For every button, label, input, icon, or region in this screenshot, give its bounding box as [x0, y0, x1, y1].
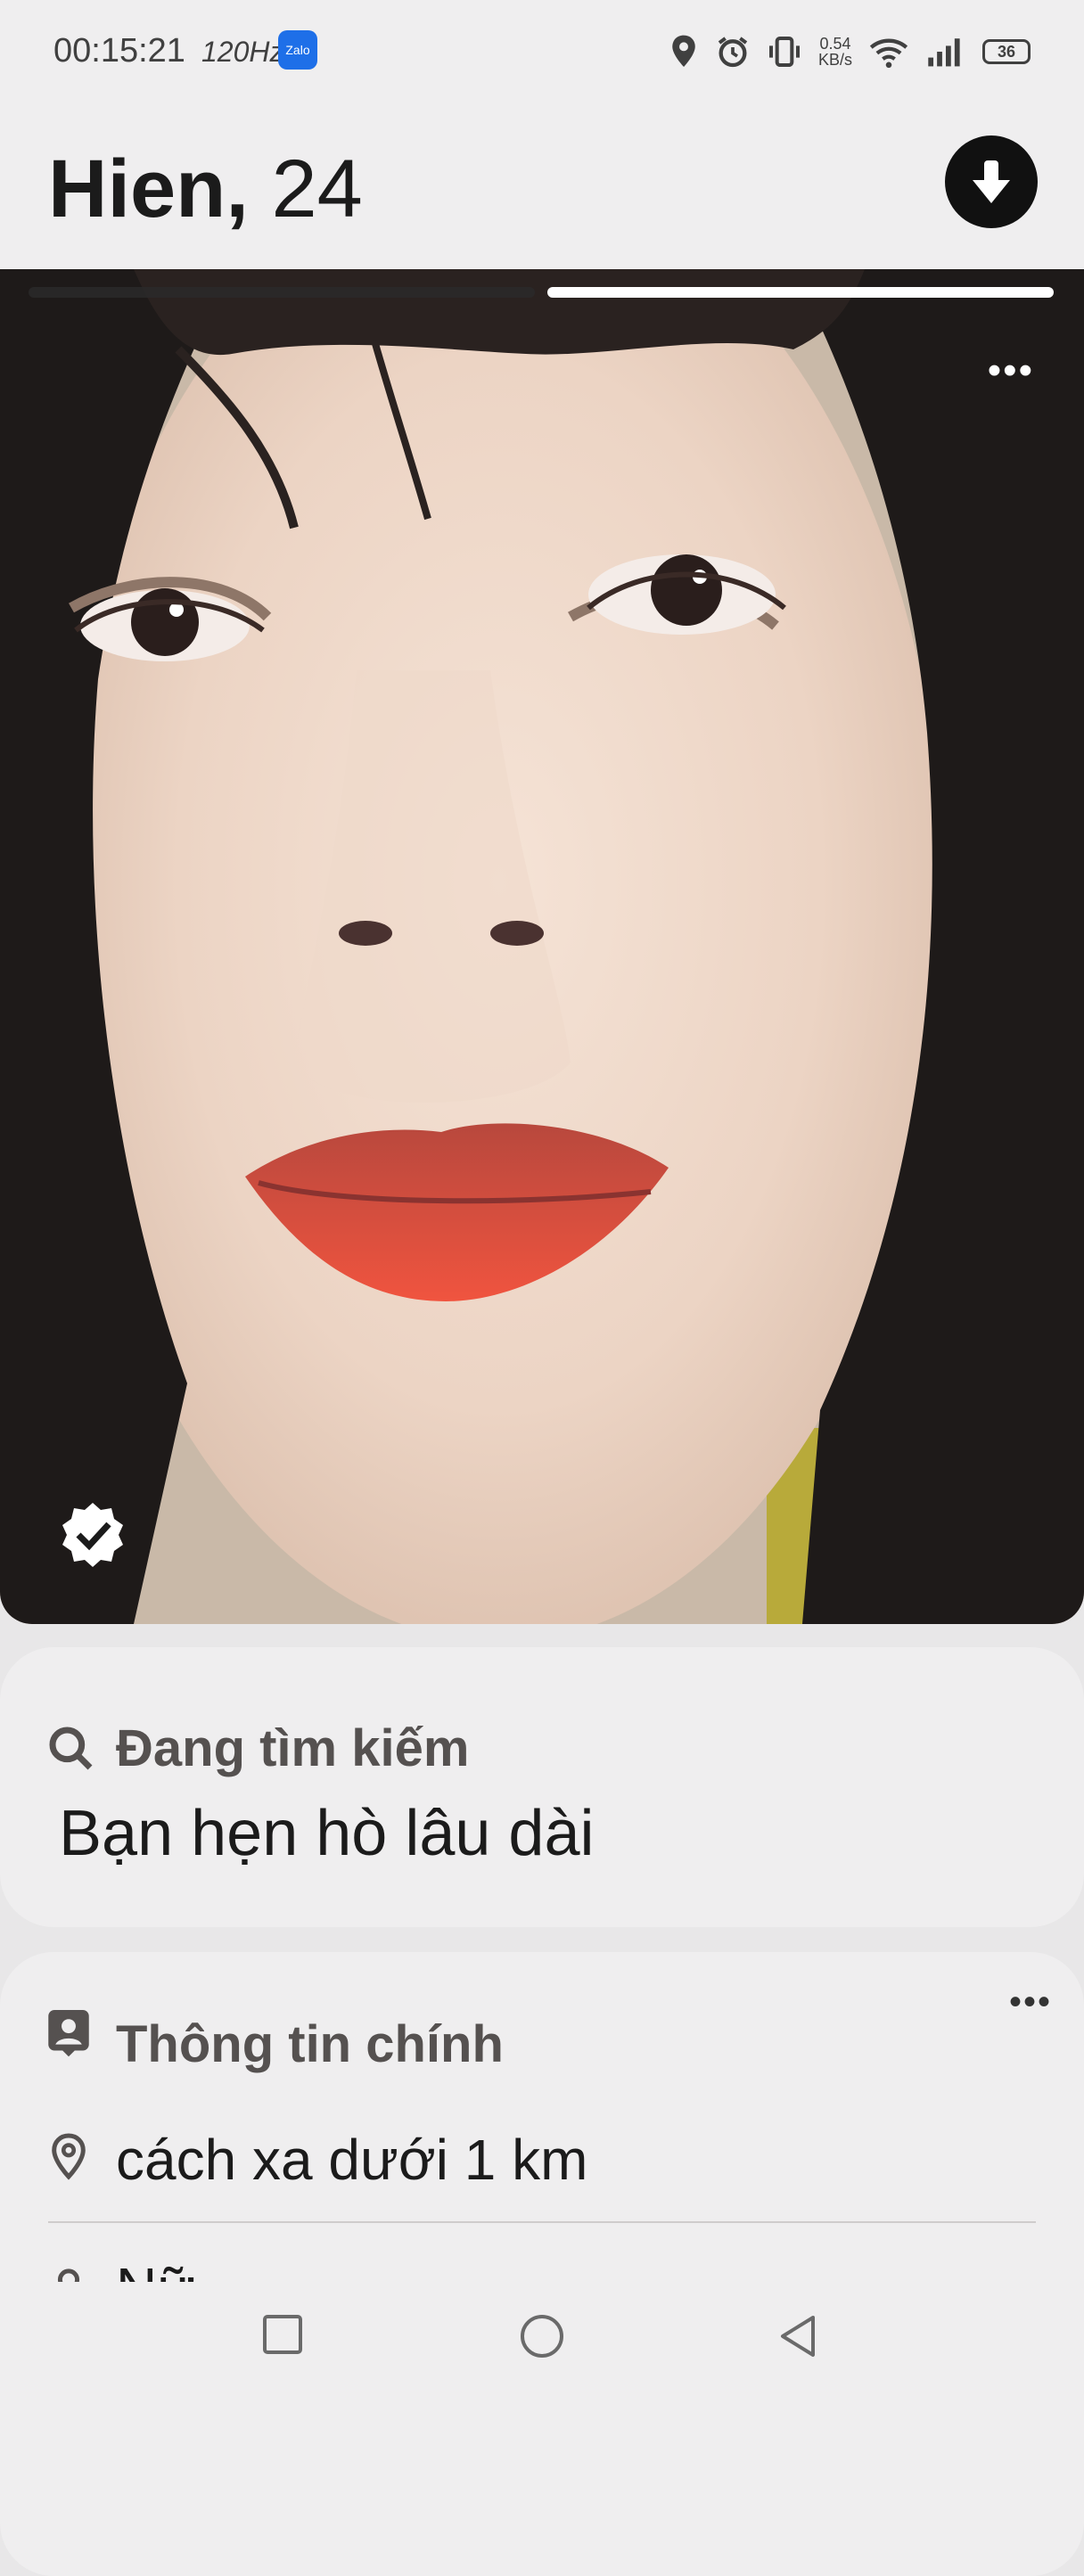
distance-text: cách xa dưới 1 km [116, 2128, 588, 2192]
map-pin-icon [52, 2133, 86, 2180]
battery-icon: 36 [982, 39, 1031, 64]
system-nav-bar [0, 2282, 1084, 2396]
profile-age: 24 [271, 144, 363, 234]
basics-heading: Thông tin chính [116, 2015, 504, 2073]
wifi-icon [869, 38, 908, 69]
refresh-rate: 120Hz [201, 36, 284, 68]
profile-photo[interactable]: ••• [0, 269, 1084, 1624]
zalo-icon: Zalo [278, 30, 317, 70]
profile-name: Hien, [48, 144, 249, 234]
search-icon [49, 1727, 93, 1770]
alarm-icon [718, 37, 748, 68]
profile-title: Hien, 24 [48, 144, 363, 234]
close-profile-button[interactable] [945, 135, 1038, 228]
status-icons: 0.54 KB/s 36 [669, 27, 1031, 77]
signal-icon [928, 38, 960, 67]
profile-header: Hien, 24 [0, 100, 1084, 269]
face-photo-image [0, 269, 1084, 1624]
row-divider [48, 2221, 1036, 2223]
looking-for-card: Đang tìm kiếm Bạn hẹn hò lâu dài [0, 1647, 1084, 1927]
id-card-icon [48, 2010, 89, 2057]
back-triangle-icon[interactable] [777, 2314, 818, 2359]
location-icon [672, 35, 695, 67]
verified-badge-icon[interactable] [57, 1499, 128, 1571]
photo-progress-seen [29, 287, 535, 298]
circle-nav-icon[interactable] [520, 2314, 564, 2359]
basics-card: Thông tin chính ••• cách xa dưới 1 km Nữ [0, 1952, 1084, 2576]
status-time: 00:15:21 [53, 32, 185, 70]
net-speed: 0.54 KB/s [817, 35, 852, 69]
looking-for-heading: Đang tìm kiếm [116, 1719, 470, 1777]
arrow-down-icon [973, 160, 1010, 203]
square-nav-icon[interactable] [262, 2314, 303, 2355]
basics-more-icon[interactable]: ••• [1009, 1982, 1052, 2022]
photo-more-icon[interactable]: ••• [988, 351, 1034, 390]
photo-progress-current [547, 287, 1054, 298]
status-bar: 00:15:21 120Hz Zalo 0.54 KB/s 36 [0, 0, 1084, 100]
looking-for-value: Bạn hẹn hò lâu dài [59, 1798, 595, 1869]
vibrate-icon [768, 37, 800, 67]
